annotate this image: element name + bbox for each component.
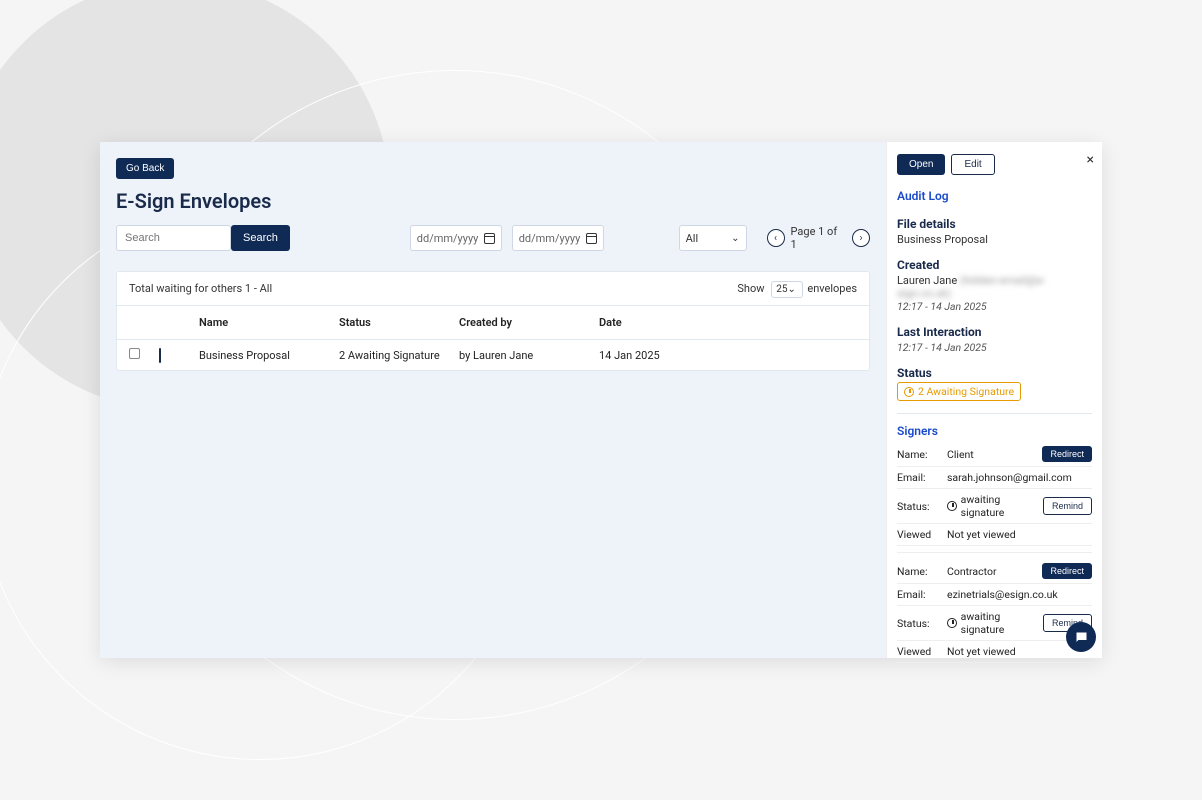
- status-badge: 2 Awaiting Signature: [897, 382, 1021, 401]
- pager-text: Page 1 of 1: [791, 225, 846, 251]
- last-interaction-title: Last Interaction: [897, 325, 1092, 339]
- calendar-icon: [484, 233, 495, 244]
- document-icon: [159, 348, 161, 363]
- created-by-name: Lauren Jane: [897, 274, 957, 287]
- status-value: 2 Awaiting Signature: [918, 385, 1014, 398]
- main-panel: Go Back E-Sign Envelopes Search dd/mm/yy…: [100, 142, 886, 658]
- row-checkbox[interactable]: [129, 348, 140, 359]
- chat-launcher-button[interactable]: [1066, 622, 1096, 652]
- close-icon[interactable]: ×: [1087, 152, 1094, 168]
- col-created-by: Created by: [459, 316, 599, 329]
- remind-button[interactable]: Remind: [1043, 497, 1092, 515]
- signer-email-label: Email:: [897, 588, 947, 601]
- table-header-row: Name Status Created by Date: [117, 306, 869, 340]
- pager: ‹ Page 1 of 1 ›: [767, 225, 870, 251]
- signer-name: Client: [947, 448, 1042, 461]
- pager-next-button[interactable]: ›: [852, 229, 870, 247]
- status-title: Status: [897, 366, 1092, 380]
- filter-selected-value: All: [686, 232, 699, 245]
- created-timestamp: 12:17 - 14 Jan 2025: [897, 300, 1092, 313]
- chevron-down-icon: ⌄: [731, 233, 739, 244]
- signer-email-label: Email:: [897, 471, 947, 484]
- date-from-input[interactable]: dd/mm/yyyy: [410, 225, 502, 251]
- edit-button[interactable]: Edit: [951, 154, 994, 175]
- clock-icon: [947, 618, 957, 628]
- file-details-title: File details: [897, 217, 1092, 231]
- signer-viewed-label: Viewed: [897, 645, 947, 658]
- app-window: Go Back E-Sign Envelopes Search dd/mm/yy…: [100, 142, 1102, 658]
- table-row[interactable]: Business Proposal 2 Awaiting Signature b…: [117, 340, 869, 370]
- col-status: Status: [339, 316, 459, 329]
- signer-email: ezinetrials@esign.co.uk: [947, 588, 1092, 601]
- calendar-icon: [586, 233, 597, 244]
- filter-select[interactable]: All ⌄: [679, 225, 747, 251]
- row-created-by: by Lauren Jane: [459, 349, 599, 362]
- search-input[interactable]: [116, 225, 231, 251]
- signer-viewed: Not yet viewed: [947, 528, 1092, 541]
- signer-status: awaiting signature: [947, 610, 1043, 636]
- signers-title: Signers: [897, 424, 1092, 438]
- signer-email: sarah.johnson@gmail.com: [947, 471, 1092, 484]
- row-name: Business Proposal: [199, 349, 339, 362]
- signer-viewed-label: Viewed: [897, 528, 947, 541]
- redirect-button[interactable]: Redirect: [1042, 563, 1092, 579]
- details-panel: × Open Edit Audit Log File details Busin…: [886, 142, 1102, 658]
- last-interaction-timestamp: 12:17 - 14 Jan 2025: [897, 341, 1092, 354]
- clock-icon: [947, 501, 957, 511]
- table-summary: Total waiting for others 1 - All: [129, 282, 272, 295]
- controls-bar: Search dd/mm/yyyy dd/mm/yyyy All ⌄ ‹ Pag…: [116, 225, 870, 251]
- row-date: 14 Jan 2025: [599, 349, 719, 362]
- signer-status-text: awaiting signature: [961, 493, 1043, 519]
- signer-name: Contractor: [947, 565, 1042, 578]
- signer-name-label: Name:: [897, 565, 947, 578]
- row-status: 2 Awaiting Signature: [339, 349, 459, 362]
- table-summary-bar: Total waiting for others 1 - All Show 25…: [117, 272, 869, 306]
- date-to-input[interactable]: dd/mm/yyyy: [512, 225, 604, 251]
- redirect-button[interactable]: Redirect: [1042, 446, 1092, 462]
- chevron-down-icon: ⌄: [787, 284, 795, 295]
- col-name: Name: [199, 316, 339, 329]
- page-title: E-Sign Envelopes: [116, 189, 870, 213]
- search-button[interactable]: Search: [231, 225, 290, 251]
- clock-icon: [904, 387, 914, 397]
- open-button[interactable]: Open: [897, 154, 945, 175]
- go-back-button[interactable]: Go Back: [116, 158, 174, 179]
- col-date: Date: [599, 316, 719, 329]
- pager-prev-button[interactable]: ‹: [767, 229, 785, 247]
- created-title: Created: [897, 258, 1092, 272]
- show-label-post: envelopes: [807, 282, 857, 295]
- date-from-placeholder: dd/mm/yyyy: [417, 232, 479, 245]
- show-label-pre: Show: [737, 282, 764, 295]
- signer-status-text: awaiting signature: [961, 610, 1043, 636]
- envelopes-table: Total waiting for others 1 - All Show 25…: [116, 271, 870, 371]
- table-show-control: Show 25⌄ envelopes: [737, 282, 857, 295]
- signer-status-label: Status:: [897, 500, 947, 513]
- file-name: Business Proposal: [897, 233, 1092, 246]
- signer-status: awaiting signature: [947, 493, 1043, 519]
- audit-log-link[interactable]: Audit Log: [897, 189, 1092, 203]
- page-size-select[interactable]: 25⌄: [771, 281, 803, 298]
- signer-status-label: Status:: [897, 617, 947, 630]
- date-to-placeholder: dd/mm/yyyy: [519, 232, 581, 245]
- page-size-value: 25: [776, 284, 787, 295]
- signer-name-label: Name:: [897, 448, 947, 461]
